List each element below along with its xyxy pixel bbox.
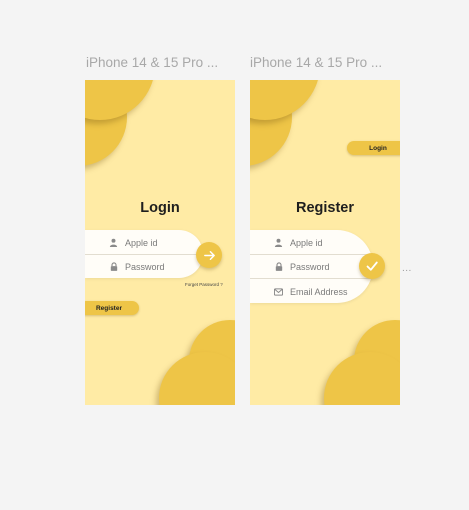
apple-id-field[interactable]: Apple id bbox=[85, 231, 203, 254]
frame-title-register[interactable]: iPhone 14 & 15 Pro ... bbox=[250, 55, 400, 70]
login-screen: Login Apple id Password Forget Password … bbox=[85, 80, 235, 405]
decor-circle-bottom bbox=[159, 352, 235, 405]
frame-title-login[interactable]: iPhone 14 & 15 Pro ... bbox=[86, 55, 236, 70]
apple-id-placeholder: Apple id bbox=[290, 237, 323, 248]
password-field[interactable]: Password bbox=[250, 255, 368, 278]
password-placeholder: Password bbox=[290, 261, 330, 272]
decor-circle-top bbox=[85, 80, 155, 120]
password-field[interactable]: Password bbox=[85, 255, 203, 278]
lock-icon bbox=[108, 262, 119, 271]
user-icon bbox=[273, 238, 284, 247]
mail-icon bbox=[273, 287, 284, 296]
register-form-card: Apple id Password Email Address bbox=[250, 230, 373, 303]
login-form-card: Apple id Password bbox=[85, 230, 203, 278]
apple-id-field[interactable]: Apple id bbox=[250, 231, 368, 254]
email-field[interactable]: Email Address bbox=[250, 280, 368, 303]
field-divider bbox=[250, 278, 373, 279]
register-submit-button[interactable] bbox=[359, 253, 385, 279]
apple-id-placeholder: Apple id bbox=[125, 237, 158, 248]
user-icon bbox=[108, 238, 119, 247]
arrow-right-icon bbox=[203, 250, 215, 260]
lock-icon bbox=[273, 262, 284, 271]
register-screen: Login Register Apple id Password Email A… bbox=[250, 80, 400, 405]
login-switch-button[interactable]: Login bbox=[347, 141, 400, 155]
decor-circle-top bbox=[250, 80, 320, 120]
decor-circle-bottom bbox=[324, 352, 400, 405]
checkmark-icon bbox=[366, 261, 378, 271]
forgot-password-link[interactable]: Forget Password ? bbox=[185, 282, 223, 287]
more-options-indicator[interactable]: ... bbox=[402, 263, 412, 274]
register-heading: Register bbox=[295, 200, 355, 216]
login-heading: Login bbox=[140, 200, 180, 216]
login-submit-button[interactable] bbox=[196, 242, 222, 268]
password-placeholder: Password bbox=[125, 261, 165, 272]
register-switch-button[interactable]: Register bbox=[85, 301, 139, 315]
email-placeholder: Email Address bbox=[290, 286, 348, 297]
